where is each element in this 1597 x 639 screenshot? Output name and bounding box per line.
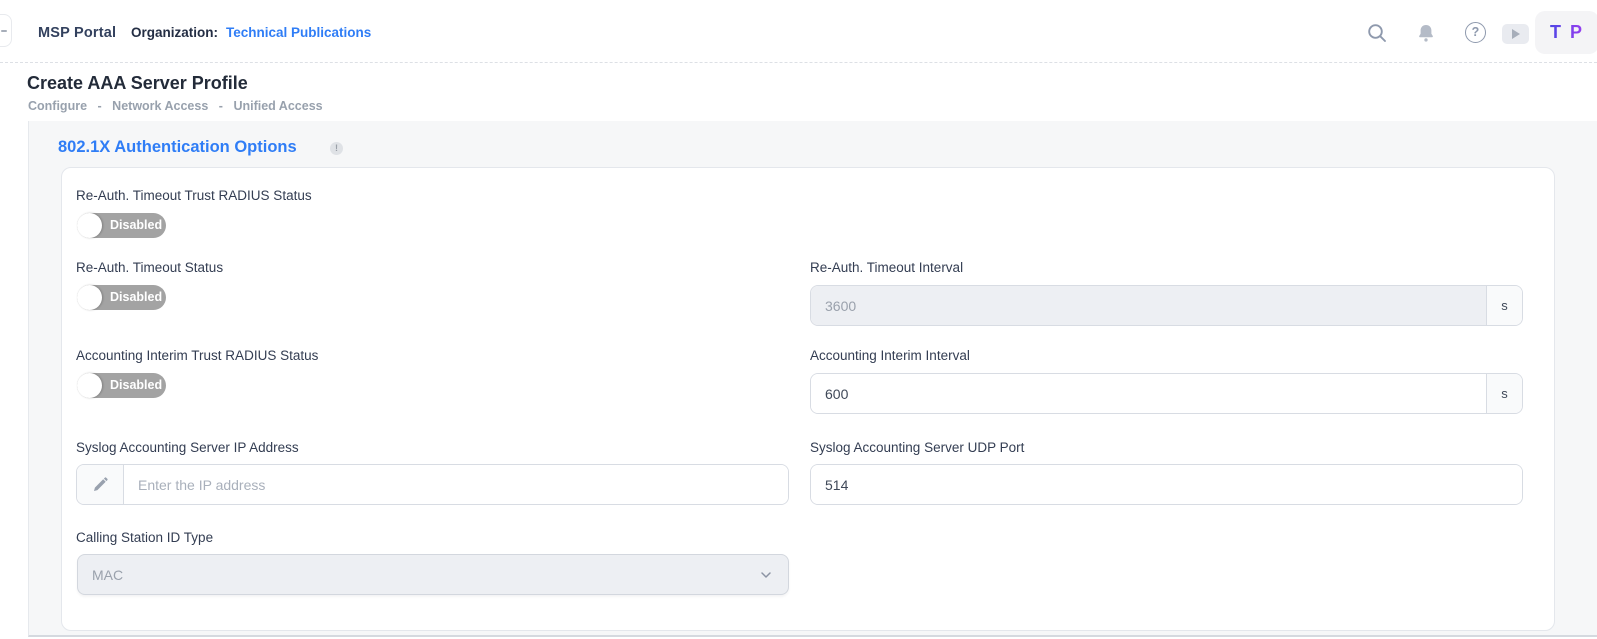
msp-portal-screen: MSP Portal Organization: Technical Publi… — [0, 0, 1597, 639]
toggle-state-label: Disabled — [110, 285, 162, 310]
section-title-8021x: 802.1X Authentication Options — [58, 138, 297, 157]
toggle-state-label: Disabled — [110, 373, 162, 398]
toggle-knob — [77, 285, 102, 310]
top-header: MSP Portal Organization: Technical Publi… — [0, 0, 1597, 63]
breadcrumb-separator: - — [219, 99, 223, 113]
edit-addon — [77, 465, 124, 504]
authentication-options-card: Re-Auth. Timeout Trust RADIUS Status Dis… — [61, 167, 1555, 631]
syslog-udp-port-label: Syslog Accounting Server UDP Port — [810, 440, 1024, 455]
reauth-timeout-status-toggle[interactable]: Disabled — [77, 285, 166, 310]
reauth-timeout-status-label: Re-Auth. Timeout Status — [76, 260, 223, 275]
seconds-unit-addon: s — [1486, 286, 1522, 325]
toggle-knob — [77, 373, 102, 398]
organization-label: Organization: — [131, 25, 218, 40]
reauth-timeout-interval-input[interactable] — [811, 286, 1486, 325]
accounting-interim-interval-group: s — [810, 373, 1523, 414]
toggle-state-label: Disabled — [110, 213, 162, 238]
accounting-trust-status-label: Accounting Interim Trust RADIUS Status — [76, 348, 318, 363]
reauth-trust-status-label: Re-Auth. Timeout Trust RADIUS Status — [76, 188, 312, 203]
accounting-trust-status-toggle[interactable]: Disabled — [77, 373, 166, 398]
breadcrumb-separator: - — [98, 99, 102, 113]
page-title-block: Create AAA Server Profile Configure - Ne… — [0, 64, 1597, 121]
accounting-interim-interval-input[interactable] — [811, 374, 1486, 413]
info-icon[interactable]: ! — [330, 142, 343, 155]
reauth-trust-status-toggle[interactable]: Disabled — [77, 213, 166, 238]
pencil-icon — [92, 477, 108, 493]
chevron-down-icon — [758, 567, 774, 583]
syslog-udp-port-group — [810, 464, 1523, 505]
brand-title: MSP Portal — [38, 25, 116, 41]
reauth-timeout-interval-group: s — [810, 285, 1523, 326]
avatar-initials: T P — [1550, 22, 1584, 42]
breadcrumb: Configure - Network Access - Unified Acc… — [28, 99, 330, 113]
breadcrumb-item-unified-access: Unified Access — [233, 99, 322, 113]
toggle-knob — [77, 213, 102, 238]
organization-link[interactable]: Technical Publications — [226, 25, 371, 40]
help-icon[interactable]: ? — [1465, 22, 1486, 43]
calling-station-id-type-label: Calling Station ID Type — [76, 530, 213, 545]
search-icon[interactable] — [1366, 22, 1388, 44]
reauth-timeout-interval-label: Re-Auth. Timeout Interval — [810, 260, 963, 275]
syslog-ip-label: Syslog Accounting Server IP Address — [76, 440, 299, 455]
play-triangle-icon — [1512, 29, 1520, 39]
syslog-ip-input[interactable] — [124, 465, 788, 504]
bell-icon[interactable] — [1415, 23, 1437, 45]
walkthrough-play-icon[interactable] — [1502, 24, 1529, 44]
user-avatar[interactable]: T P — [1535, 11, 1597, 54]
main-content: 802.1X Authentication Options ! Re-Auth.… — [28, 121, 1597, 637]
breadcrumb-item-network-access: Network Access — [112, 99, 208, 113]
sidebar-collapse-button[interactable] — [0, 14, 12, 47]
calling-station-id-type-select[interactable]: MAC — [77, 554, 789, 595]
page-title: Create AAA Server Profile — [27, 73, 248, 94]
collapse-icon — [1, 30, 7, 32]
breadcrumb-item-configure: Configure — [28, 99, 87, 113]
seconds-unit-addon: s — [1486, 374, 1522, 413]
syslog-udp-port-input[interactable] — [811, 465, 1522, 504]
selected-value: MAC — [92, 567, 758, 583]
syslog-ip-group — [76, 464, 789, 505]
accounting-interim-interval-label: Accounting Interim Interval — [810, 348, 970, 363]
